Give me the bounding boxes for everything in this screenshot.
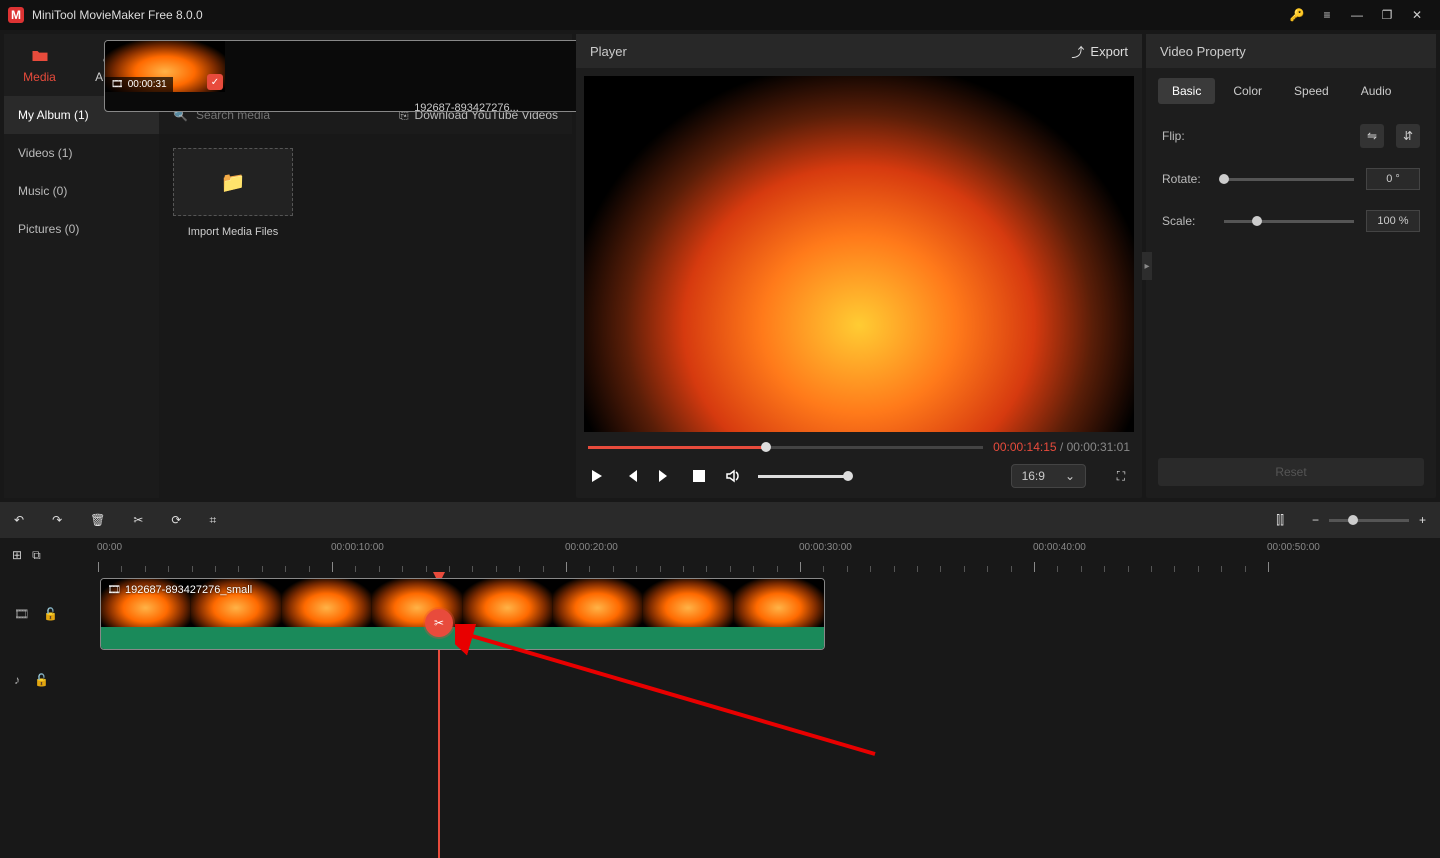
film-icon: 🎞 [107, 583, 121, 596]
delete-button[interactable]: 🗑 [90, 513, 105, 527]
scale-value[interactable]: 100 % [1366, 210, 1420, 232]
property-title: Video Property [1160, 44, 1246, 59]
video-preview[interactable] [584, 76, 1134, 432]
close-button[interactable]: ✕ [1402, 0, 1432, 30]
audio-track-icon: ♪ [14, 673, 20, 687]
tab-media[interactable]: Media [4, 34, 75, 96]
speed-button[interactable]: ⟳ [171, 513, 181, 527]
ruler-label: 00:00:20:00 [565, 542, 618, 553]
next-frame-button[interactable] [656, 467, 674, 485]
export-icon: ⤴ [1071, 42, 1084, 61]
timeline-clip[interactable]: 🎞192687-893427276_small [100, 578, 825, 650]
ruler-label: 00:00:30:00 [799, 542, 852, 553]
prop-tab-speed[interactable]: Speed [1280, 78, 1343, 104]
flip-vertical-button[interactable]: ⇵ [1396, 124, 1420, 148]
import-media-card[interactable]: 📁 Import Media Files [173, 148, 293, 238]
redo-button[interactable]: ↷ [52, 513, 62, 527]
sidebar-item-music[interactable]: Music (0) [4, 172, 159, 210]
chevron-down-icon: ⌄ [1065, 469, 1075, 483]
folder-icon: 📁 [221, 170, 246, 195]
ruler-label: 00:00:50:00 [1267, 542, 1320, 553]
crop-button[interactable]: ⌗ [209, 513, 216, 528]
split-marker-icon[interactable]: ✂ [425, 609, 453, 637]
media-sidebar: My Album (1) Videos (1) Music (0) Pictur… [4, 96, 159, 498]
prop-tab-color[interactable]: Color [1219, 78, 1276, 104]
scale-label: Scale: [1162, 214, 1212, 228]
minimize-button[interactable]: — [1342, 0, 1372, 30]
ruler-label: 00:00:10:00 [331, 542, 384, 553]
seek-bar[interactable] [588, 444, 983, 450]
film-icon: 🎞 [111, 79, 124, 90]
reset-button: Reset [1158, 458, 1424, 486]
zoom-out-button[interactable]: − [1312, 513, 1319, 527]
split-button[interactable]: ✂ [133, 513, 143, 527]
sidebar-item-pictures[interactable]: Pictures (0) [4, 210, 159, 248]
rotate-label: Rotate: [1162, 172, 1212, 186]
export-button[interactable]: ⤴ Export [1071, 42, 1128, 61]
play-button[interactable] [588, 467, 606, 485]
rotate-slider[interactable] [1224, 178, 1354, 181]
track-options-button[interactable]: ⧉ [32, 548, 41, 563]
folder-icon [30, 46, 50, 66]
ruler-label: 00:00 [97, 542, 122, 553]
ruler-label: 00:00:40:00 [1033, 542, 1086, 553]
app-title: MiniTool MovieMaker Free 8.0.0 [32, 8, 203, 22]
player-title: Player [590, 44, 627, 59]
add-track-button[interactable]: ⊞ [12, 548, 22, 562]
app-logo: M [8, 7, 24, 23]
fit-button[interactable]: ⫿⫿ [1276, 513, 1284, 528]
time-display: 00:00:14:15 / 00:00:31:01 [993, 440, 1130, 454]
sidebar-item-videos[interactable]: Videos (1) [4, 134, 159, 172]
zoom-in-button[interactable]: + [1419, 513, 1426, 527]
lock-icon[interactable]: 🔓 [34, 673, 49, 687]
volume-slider[interactable] [758, 475, 848, 478]
aspect-ratio-select[interactable]: 16:9 ⌄ [1011, 464, 1086, 488]
prop-tab-basic[interactable]: Basic [1158, 78, 1215, 104]
prev-frame-button[interactable] [622, 467, 640, 485]
lock-icon[interactable]: 🔓 [43, 607, 58, 621]
stop-button[interactable] [690, 467, 708, 485]
check-icon: ✓ [207, 74, 223, 90]
license-key-icon[interactable]: 🔑 [1282, 0, 1312, 30]
scale-slider[interactable] [1224, 220, 1354, 223]
undo-button[interactable]: ↶ [14, 513, 24, 527]
panel-collapse-handle[interactable]: ▸ [1142, 252, 1152, 280]
flip-horizontal-button[interactable]: ⇋ [1360, 124, 1384, 148]
video-track-icon: 🎞 [14, 607, 29, 621]
volume-icon[interactable] [724, 467, 742, 485]
maximize-button[interactable]: ❐ [1372, 0, 1402, 30]
zoom-slider[interactable] [1329, 519, 1409, 522]
prop-tab-audio[interactable]: Audio [1347, 78, 1406, 104]
flip-label: Flip: [1162, 129, 1212, 143]
fullscreen-button[interactable]: ⛶ [1112, 467, 1130, 485]
tab-label: Media [23, 70, 56, 84]
menu-icon[interactable]: ≡ [1312, 0, 1342, 30]
time-ruler[interactable]: 00:00 00:00:10:00 00:00:20:00 00:00:30:00 00… [90, 538, 1440, 572]
rotate-value[interactable]: 0 ° [1366, 168, 1420, 190]
